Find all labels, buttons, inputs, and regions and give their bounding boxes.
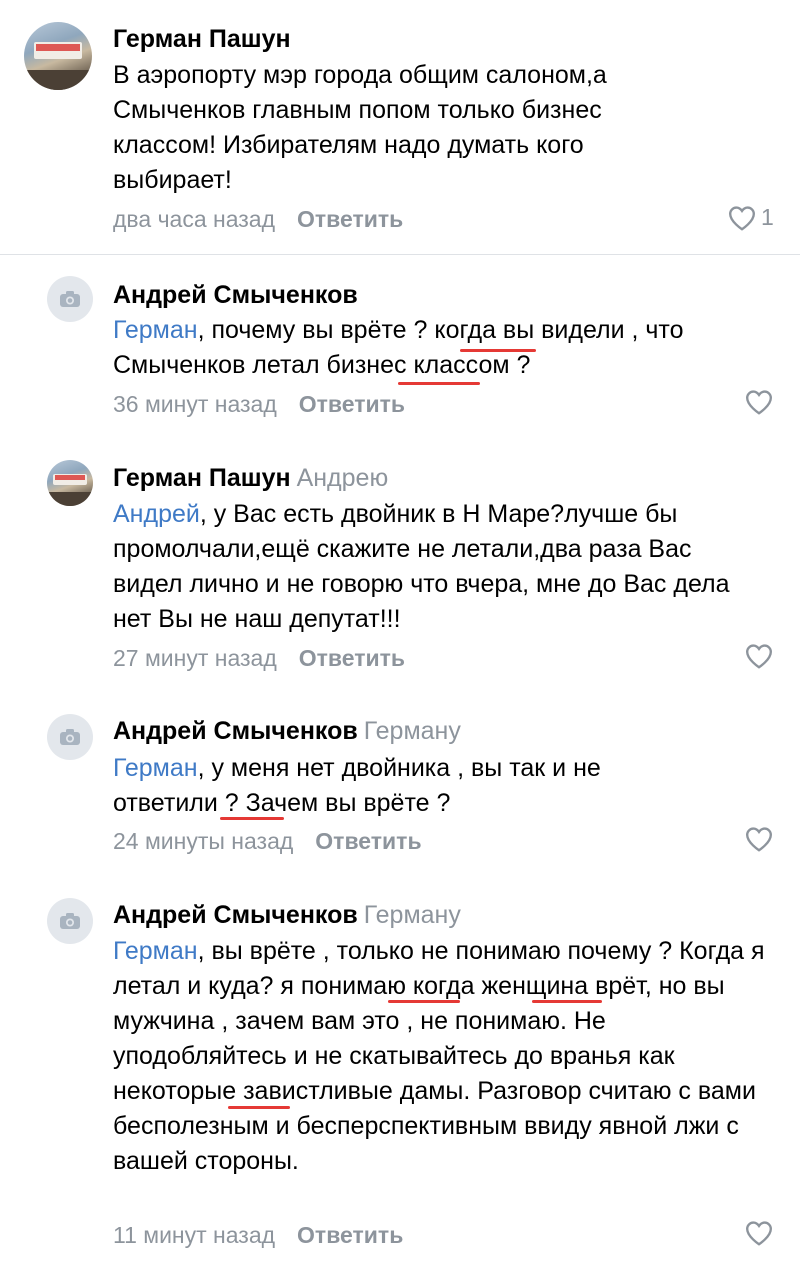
mention-link[interactable]: Герман (113, 316, 198, 344)
reply-to-label: Герману (363, 717, 461, 745)
heart-icon (745, 644, 773, 669)
comment-time: 11 минут назад (113, 1222, 276, 1248)
like-button[interactable] (744, 826, 774, 852)
like-button[interactable] (744, 643, 774, 669)
divider (0, 254, 800, 255)
user-photo-avatar[interactable] (47, 460, 93, 506)
comment-body: , вы врёте , только не понимаю почему ? … (113, 937, 765, 1175)
like-button[interactable] (744, 1220, 774, 1246)
comment-meta: 24 минуты назад Ответить (113, 826, 422, 856)
red-underline-mark (460, 349, 536, 352)
comment-text: В аэропорту мэр города общим салоном,а С… (113, 58, 673, 198)
comment-time: два часа назад (113, 206, 276, 232)
comment-text: Герман, почему вы врёте ? когда вы видел… (113, 313, 773, 383)
reply-button[interactable]: Ответить (297, 206, 403, 232)
comment-body: В аэропорту мэр города общим салоном,а С… (113, 61, 607, 194)
comment-author[interactable]: Герман Пашун (113, 24, 291, 54)
red-underline-mark (220, 817, 284, 820)
user-photo-avatar[interactable] (24, 22, 92, 90)
comment-body: , у Вас есть двойник в Н Маре?лучше бы п… (113, 500, 730, 633)
heart-icon (745, 827, 773, 852)
reply-to-label: Герману (363, 901, 461, 929)
comment-header: Андрей Смыченков (113, 280, 364, 310)
comment-header: Андрей Смыченков Герману (113, 900, 461, 930)
mention-link[interactable]: Герман (113, 937, 198, 965)
heart-icon (745, 390, 773, 415)
red-underline-mark (388, 1000, 460, 1003)
comment-text: Герман, вы врёте , только не понимаю поч… (113, 934, 773, 1179)
red-underline-mark (532, 1000, 602, 1003)
comment-author[interactable]: Андрей Смыченков (113, 281, 358, 309)
comment-time: 24 минуты назад (113, 828, 294, 854)
comment-author[interactable]: Герман Пашун (113, 464, 291, 492)
mention-link[interactable]: Герман (113, 754, 198, 782)
comment-author[interactable]: Андрей Смыченков (113, 901, 358, 929)
like-button[interactable]: 1 (727, 204, 774, 231)
reply-button[interactable]: Ответить (299, 645, 405, 671)
red-underline-mark (398, 382, 480, 385)
comment-time: 36 минут назад (113, 391, 277, 417)
reply-button[interactable]: Ответить (299, 391, 405, 417)
heart-icon (728, 205, 756, 231)
avatar[interactable] (47, 276, 93, 322)
comment-header: Андрей Смыченков Герману (113, 716, 461, 746)
red-underline-mark (228, 1106, 290, 1109)
comment-time: 27 минут назад (113, 645, 277, 671)
comment-thread: Герман Пашун В аэропорту мэр города общи… (0, 0, 800, 1280)
comment-body: , почему вы врёте ? когда вы видели , чт… (113, 316, 684, 379)
comment-meta: 11 минут назад Ответить (113, 1220, 403, 1250)
camera-icon (60, 729, 80, 745)
heart-icon (745, 1221, 773, 1246)
avatar[interactable] (47, 714, 93, 760)
like-count: 1 (761, 204, 774, 230)
reply-button[interactable]: Ответить (297, 1222, 403, 1248)
mention-link[interactable]: Андрей (113, 500, 200, 528)
comment-text: Герман, у меня нет двойника , вы так и н… (113, 751, 673, 821)
comment-meta: 36 минут назад Ответить (113, 389, 405, 419)
avatar[interactable] (47, 898, 93, 944)
comment-meta: 27 минут назад Ответить (113, 643, 405, 673)
like-button[interactable] (744, 389, 774, 415)
camera-icon (60, 913, 80, 929)
reply-to-label: Андрею (296, 464, 389, 492)
camera-icon (60, 291, 80, 307)
comment-meta: два часа назад Ответить (113, 204, 403, 234)
comment-header: Герман Пашун Андрею (113, 463, 388, 493)
comment-text: Андрей, у Вас есть двойник в Н Маре?лучш… (113, 497, 763, 637)
comment-author[interactable]: Андрей Смыченков (113, 717, 358, 745)
reply-button[interactable]: Ответить (315, 828, 421, 854)
